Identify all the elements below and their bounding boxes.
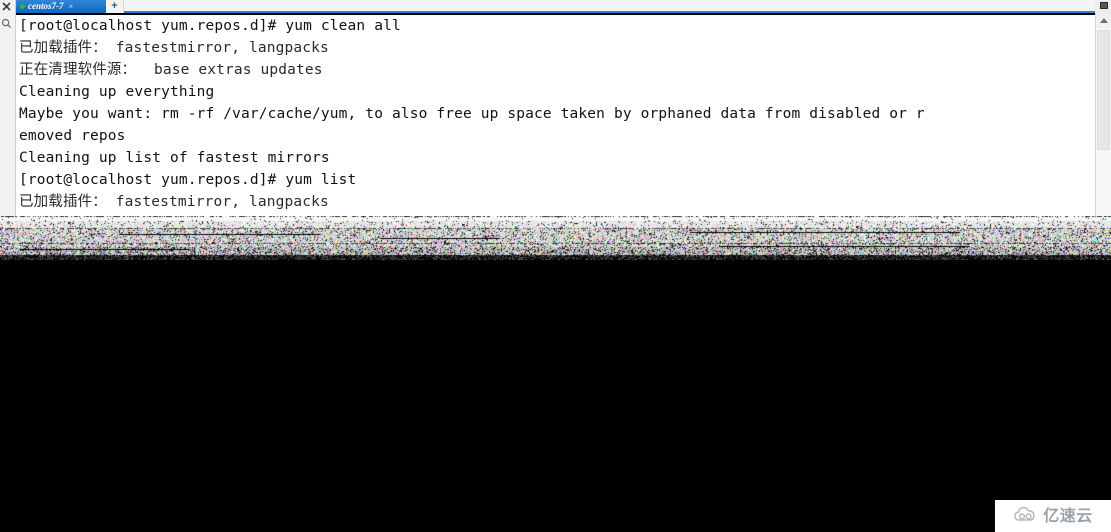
- chevron-up-icon: [1099, 18, 1108, 23]
- tab-label: centos7-7: [28, 1, 64, 11]
- close-icon[interactable]: [1, 1, 14, 14]
- terminal-line: 已加载插件： fastestmirror, langpacks: [19, 194, 329, 210]
- window-control-box[interactable]: [1100, 2, 1108, 9]
- terminal-line: 正在清理软件源： base extras updates: [19, 62, 323, 78]
- scrollbar-thumb[interactable]: [1097, 30, 1110, 150]
- watermark: 亿速云: [995, 500, 1111, 532]
- tab-close-icon[interactable]: ×: [69, 2, 74, 11]
- new-tab-button[interactable]: +: [106, 0, 124, 13]
- terminal-line: [root@localhost yum.repos.d]# yum list: [19, 172, 357, 188]
- tab-bar-empty-space: [124, 0, 1095, 11]
- search-icon[interactable]: [1, 18, 14, 31]
- scrollbar-corner: [1095, 0, 1111, 13]
- connection-status-dot: [20, 4, 25, 9]
- black-region: [0, 260, 1111, 532]
- terminal-line: [root@localhost yum.repos.d]# yum clean …: [19, 18, 401, 34]
- terminal-line: Cleaning up everything: [19, 84, 215, 100]
- watermark-text: 亿速云: [1043, 506, 1093, 525]
- tab-centos7-7[interactable]: centos7-7 ×: [16, 0, 106, 13]
- glitch-noise-canvas: [0, 216, 1111, 260]
- terminal-line: Cleaning up list of fastest mirrors: [19, 150, 330, 166]
- terminal-line: emoved repos: [19, 128, 126, 144]
- terminal-output[interactable]: [root@localhost yum.repos.d]# yum clean …: [16, 15, 1095, 216]
- corrupted-scanline-band: [0, 216, 1111, 260]
- cloud-logo-icon: [1014, 506, 1035, 521]
- terminal-line: 已加载插件： fastestmirror, langpacks: [19, 40, 329, 56]
- terminal-line: Maybe you want: rm -rf /var/cache/yum, t…: [19, 106, 925, 122]
- scroll-up-button[interactable]: [1096, 13, 1111, 28]
- tab-bar: centos7-7 × +: [16, 0, 1095, 13]
- screenshot-root: centos7-7 × + [root@localhost yum.repos.…: [0, 0, 1111, 532]
